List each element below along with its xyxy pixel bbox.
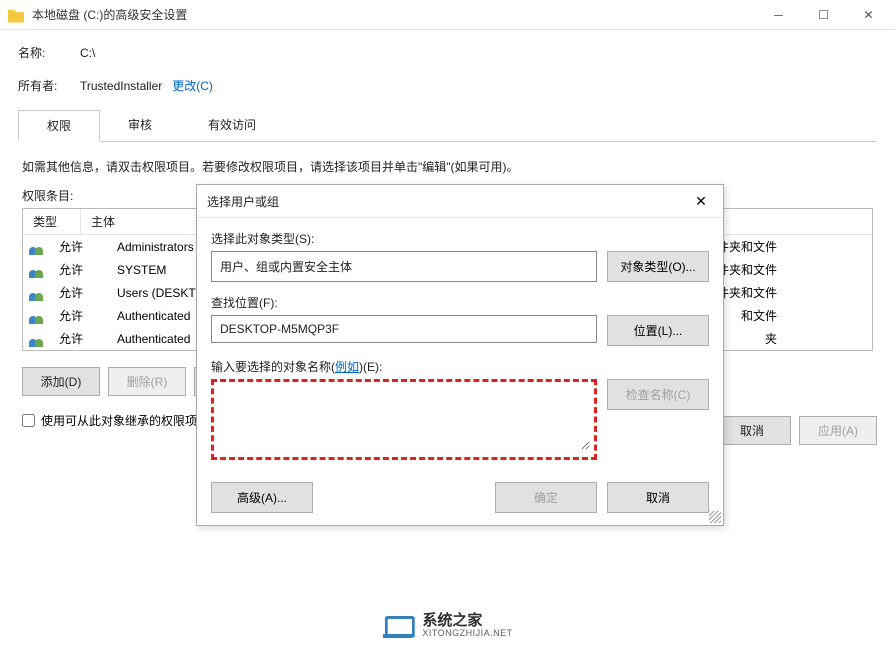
watermark: 系统之家 XITONGZHIJIA.NET [382,612,512,640]
owner-label: 所有者: [18,77,80,94]
location-label: 查找位置(F): [211,294,709,311]
locations-button[interactable]: 位置(L)... [607,315,709,346]
check-names-button[interactable]: 检查名称(C) [607,379,709,410]
col-type[interactable]: 类型 [23,209,81,234]
object-names-row: 检查名称(C) [211,379,709,460]
row-type: 允许 [55,284,113,301]
users-icon [29,308,51,324]
users-icon [29,262,51,278]
apply-button[interactable]: 应用(A) [799,416,877,445]
select-user-dialog: 选择用户或组 ✕ 选择此对象类型(S): 用户、组或内置安全主体 对象类型(O)… [196,184,724,526]
row-type: 允许 [55,261,113,278]
object-names-label: 输入要选择的对象名称(例如)(E): [211,358,709,375]
users-icon [29,285,51,301]
remove-button[interactable]: 删除(R) [108,367,186,396]
example-link[interactable]: 例如 [335,360,359,374]
name-value: C:\ [80,46,95,60]
object-names-highlight [211,379,597,460]
advanced-button[interactable]: 高级(A)... [211,482,313,513]
names-label-suffix: )(E): [359,360,382,374]
tab-effective[interactable]: 有效访问 [180,110,284,141]
replace-inheritance-checkbox[interactable] [22,414,35,427]
watermark-text: 系统之家 XITONGZHIJIA.NET [422,613,512,639]
names-label-prefix: 输入要选择的对象名称( [211,360,335,374]
watermark-cn: 系统之家 [422,613,512,630]
add-button[interactable]: 添加(D) [22,367,100,396]
users-icon [29,239,51,255]
users-icon [29,331,51,347]
cancel-button[interactable]: 取消 [713,416,791,445]
watermark-en: XITONGZHIJIA.NET [422,629,512,639]
owner-value: TrustedInstaller [80,79,162,93]
object-type-field: 用户、组或内置安全主体 [211,251,597,282]
maximize-button[interactable]: ☐ [801,1,846,29]
close-button[interactable]: ✕ [846,1,891,29]
tab-audit[interactable]: 审核 [100,110,180,141]
row-type: 允许 [55,307,113,324]
object-type-label: 选择此对象类型(S): [211,230,709,247]
resize-grip-icon[interactable] [709,511,721,523]
window-controls: ─ ☐ ✕ [756,1,891,29]
name-row: 名称: C:\ [18,44,877,61]
object-types-button[interactable]: 对象类型(O)... [607,251,709,282]
tabs: 权限 审核 有效访问 [18,110,877,142]
row-type: 允许 [55,238,113,255]
tab-permissions[interactable]: 权限 [18,110,100,142]
folder-icon [8,7,24,23]
dialog-ok-button[interactable]: 确定 [495,482,597,513]
instruction-text: 如需其他信息，请双击权限项目。若要修改权限项目，请选择该项目并单击"编辑"(如果… [22,158,873,175]
dialog-cancel-button[interactable]: 取消 [607,482,709,513]
location-row: DESKTOP-M5MQP3F 位置(L)... [211,315,709,346]
dialog-title: 选择用户或组 [207,193,689,210]
change-owner-link[interactable]: 更改(C) [172,77,213,94]
dialog-body: 选择此对象类型(S): 用户、组或内置安全主体 对象类型(O)... 查找位置(… [197,218,723,482]
minimize-button[interactable]: ─ [756,1,801,29]
dialog-close-button[interactable]: ✕ [689,191,713,211]
window-title: 本地磁盘 (C:)的高级安全设置 [32,6,756,23]
object-names-input[interactable] [218,386,590,450]
row-type: 允许 [55,330,113,347]
dialog-titlebar: 选择用户或组 ✕ [197,185,723,218]
location-field: DESKTOP-M5MQP3F [211,315,597,343]
owner-row: 所有者: TrustedInstaller 更改(C) [18,77,877,94]
name-label: 名称: [18,44,80,61]
object-type-row: 用户、组或内置安全主体 对象类型(O)... [211,251,709,282]
dialog-footer: 高级(A)... 确定 取消 [197,482,723,525]
titlebar: 本地磁盘 (C:)的高级安全设置 ─ ☐ ✕ [0,0,895,30]
watermark-logo-icon [382,612,414,640]
